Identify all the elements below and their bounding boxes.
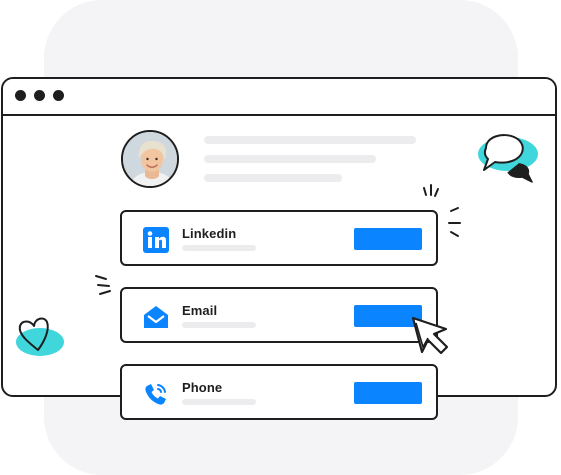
decoration-layer-front: [16, 134, 538, 356]
sparkle-icon: [95, 275, 111, 295]
heart-icon: [16, 317, 64, 356]
mouse-cursor-icon: [411, 316, 449, 355]
chat-bubbles-icon: [478, 134, 538, 183]
sparkle-icon: [423, 184, 461, 237]
